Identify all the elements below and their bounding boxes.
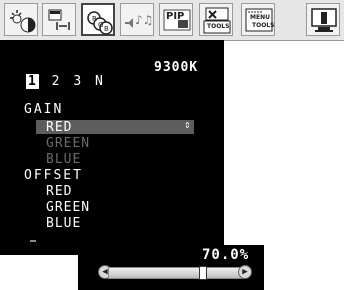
information-tab[interactable]: [306, 3, 340, 36]
color-mode-1[interactable]: 1: [26, 74, 39, 89]
offset-green-item[interactable]: GREEN: [46, 200, 90, 215]
brightness-contrast-icon: [10, 10, 36, 33]
size-position-tab[interactable]: [42, 3, 76, 36]
color-control-icon: R G B: [87, 11, 113, 35]
slider-thumb[interactable]: [198, 266, 207, 280]
tools-label: TOOLS: [207, 23, 230, 30]
size-position-icon: [48, 9, 70, 30]
tools-icon: [203, 7, 231, 34]
svg-text:R: R: [92, 15, 97, 23]
tools-tab[interactable]: TOOLS: [199, 3, 233, 36]
percent-value: 70.0%: [202, 247, 250, 263]
color-mode-row: 1 2 3 N: [26, 74, 108, 89]
value-slider[interactable]: [108, 267, 244, 279]
gain-red-item[interactable]: RED: [46, 120, 72, 135]
gain-blue-item[interactable]: BLUE: [46, 152, 81, 167]
color-mode-n[interactable]: N: [95, 74, 104, 89]
audio-tab[interactable]: ♪♫: [120, 3, 154, 36]
menu-label: MENU: [250, 14, 270, 21]
svg-text:G: G: [98, 21, 103, 29]
audio-icon: ♪♫: [125, 13, 153, 28]
svg-text:♪♫: ♪♫: [135, 13, 153, 27]
color-mode-2[interactable]: 2: [52, 74, 61, 89]
color-mode-3[interactable]: 3: [73, 74, 82, 89]
gain-green-item[interactable]: GREEN: [46, 136, 90, 151]
offset-red-item[interactable]: RED: [46, 184, 72, 199]
color-control-tab[interactable]: R G B: [81, 3, 115, 36]
offset-blue-item[interactable]: BLUE: [46, 216, 81, 231]
pip-tab[interactable]: PIP: [159, 3, 193, 36]
offset-heading: OFFSET: [24, 168, 83, 183]
scroll-indicator: [30, 240, 36, 242]
adjustment-panel: 70.0% ◀ ▶: [78, 245, 264, 290]
color-preset-value: 9300K: [154, 60, 199, 75]
increase-icon[interactable]: ▶: [238, 265, 252, 279]
menu-tools-tab[interactable]: MENU TOOLS: [241, 3, 275, 36]
color-control-panel: 9300K 1 2 3 N GAIN ⇕ RED GREEN BLUE OFFS…: [0, 40, 224, 255]
brightness-contrast-tab[interactable]: [4, 3, 38, 36]
tools-sub-label: TOOLS: [252, 22, 275, 29]
svg-text:B: B: [104, 25, 109, 33]
osd-toolbar: R G B ♪♫ PIP TOOLS MENU TOOLS: [0, 0, 344, 41]
up-down-arrow-icon: ⇕: [184, 118, 191, 131]
information-icon: [311, 8, 337, 32]
gain-heading: GAIN: [24, 102, 64, 117]
pip-label: PIP: [166, 11, 185, 22]
